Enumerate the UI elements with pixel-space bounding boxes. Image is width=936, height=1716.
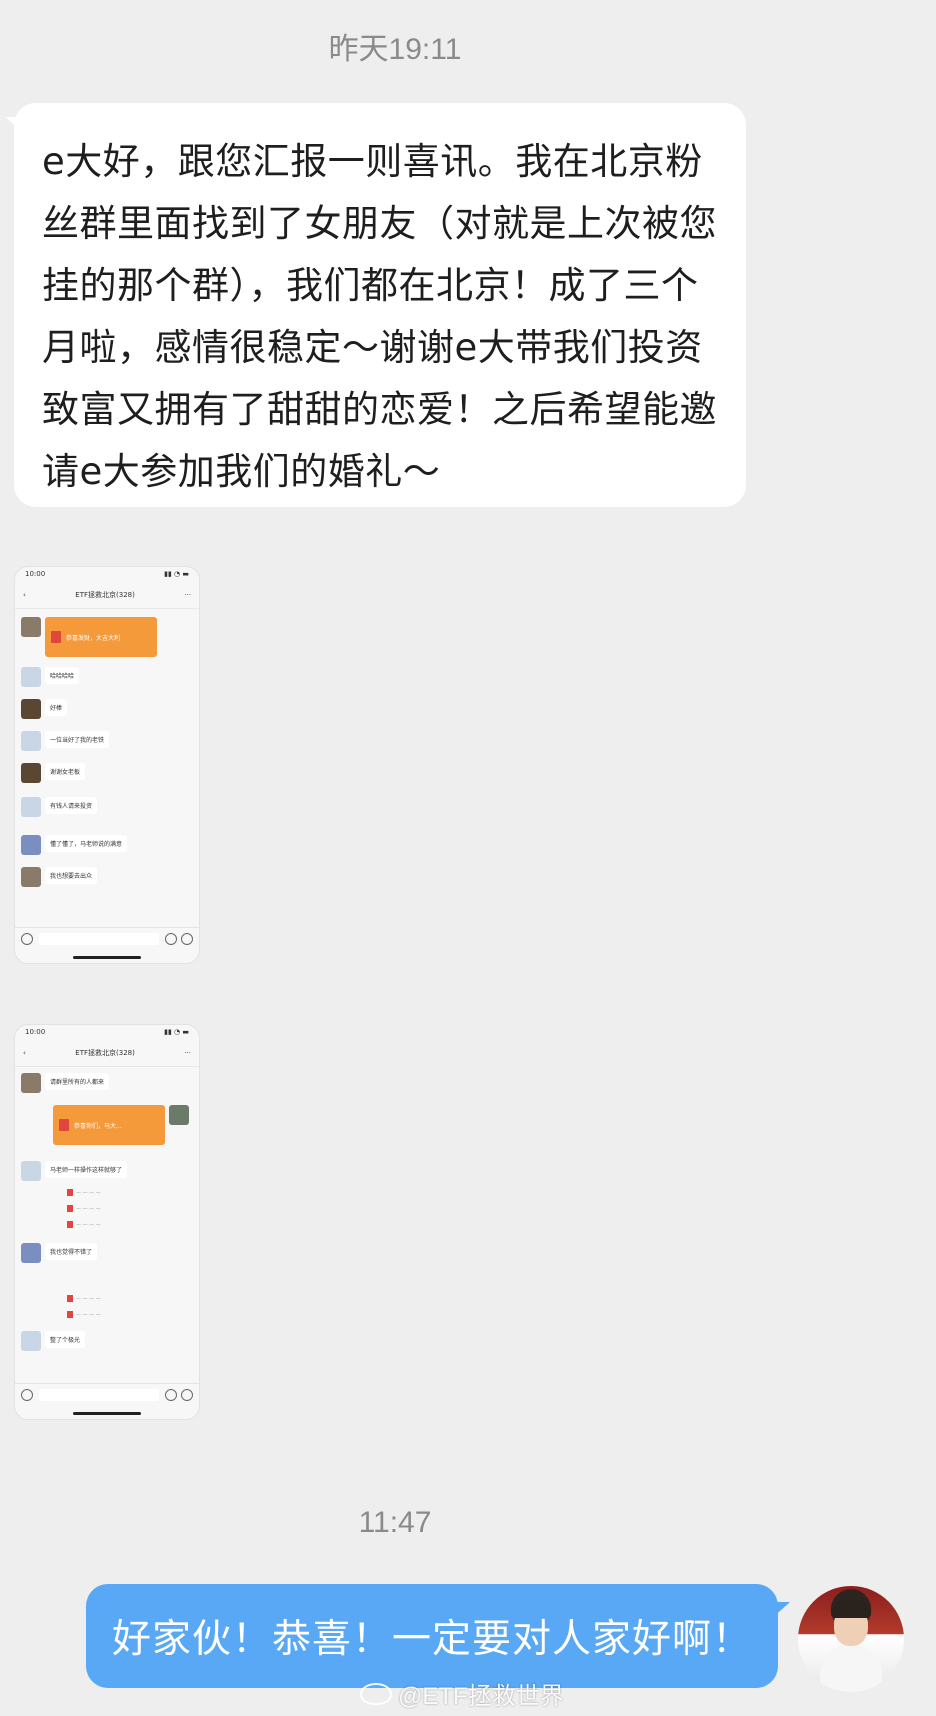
list-item: 请群里所有的人都来	[21, 1073, 110, 1093]
group-title: ETF拯救北京(328)	[75, 590, 135, 599]
timestamp: 昨天19:11	[328, 33, 462, 66]
avatar-hair	[831, 1600, 871, 1618]
list-item: 恭喜发财，大吉大利	[21, 617, 157, 657]
list-item: 哈哈哈哈	[21, 667, 80, 687]
avatar	[21, 617, 41, 637]
red-packet-icon	[67, 1205, 73, 1212]
list-item: 我也觉得不错了	[21, 1243, 98, 1263]
avatar	[21, 867, 41, 887]
chat-input-bar	[15, 1383, 199, 1405]
list-item: 好棒	[21, 699, 68, 719]
red-packet-icon	[67, 1221, 73, 1228]
message-text: 我也觉得不错了	[45, 1243, 98, 1260]
message-text: 好棒	[45, 699, 68, 716]
avatar	[21, 835, 41, 855]
voice-icon	[21, 1388, 33, 1401]
chat-header: ‹ ETF拯救北京(328) ···	[15, 1039, 199, 1067]
avatar	[21, 731, 41, 751]
message-text: 马老师一样操作这样就够了	[45, 1161, 128, 1178]
shared-screenshot-2[interactable]: 10:00 ▮▮ ◔ ▬ ‹ ETF拯救北京(328) ··· 请群里所有的人都…	[14, 1024, 200, 1420]
shared-screenshot-1[interactable]: 10:00 ▮▮ ◔ ▬ ‹ ETF拯救北京(328) ··· 恭喜发财，大吉大…	[14, 566, 200, 964]
avatar	[21, 1243, 41, 1263]
message-text: 一位当好了我的老铁	[45, 731, 110, 748]
avatar	[21, 667, 41, 687]
message-text: 懂了懂了，马老师说的满意	[45, 835, 128, 852]
red-packet-icon	[51, 631, 61, 643]
message-text: 哈哈哈哈	[45, 667, 80, 684]
system-notice: — — — —	[67, 1311, 101, 1318]
watermark: @ETF拯救世界	[360, 1676, 564, 1711]
chat-header: ‹ ETF拯救北京(328) ···	[15, 581, 199, 609]
status-bar: 10:00 ▮▮ ◔ ▬	[15, 567, 199, 581]
voice-icon	[21, 932, 33, 945]
avatar	[21, 1161, 41, 1181]
plus-icon	[181, 932, 193, 945]
signal-icon: ▮▮ ◔ ▬	[164, 1028, 189, 1036]
avatar	[169, 1105, 189, 1125]
message-text: 请群里所有的人都来	[45, 1073, 110, 1090]
chat-body: 请群里所有的人都来 恭喜你们，马大... 马老师一样操作这样就够了 — — — …	[15, 1067, 199, 1393]
status-time: 10:00	[25, 570, 46, 578]
status-time: 10:00	[25, 1028, 46, 1036]
red-packet: 恭喜发财，大吉大利	[45, 617, 157, 657]
plus-icon	[181, 1388, 193, 1401]
avatar[interactable]	[798, 1586, 904, 1692]
more-icon: ···	[184, 1048, 191, 1057]
avatar	[21, 1331, 41, 1351]
red-packet-icon	[67, 1189, 73, 1196]
back-icon: ‹	[23, 590, 26, 599]
system-notice: — — — —	[67, 1205, 101, 1212]
message-text: 整了个极光	[45, 1331, 86, 1348]
chat-body: 恭喜发财，大吉大利 哈哈哈哈 好棒 一位当好了我的老铁 谢谢女老板 有钱人请来投…	[15, 609, 199, 935]
message-text: 有钱人请来投资	[45, 797, 98, 814]
watermark-text: @ETF拯救世界	[398, 1683, 564, 1710]
incoming-message-bubble[interactable]: e大好，跟您汇报一则喜讯。我在北京粉丝群里面找到了女朋友（对就是上次被您挂的那个…	[6, 103, 746, 507]
timestamp: 11:47	[358, 1506, 432, 1539]
outgoing-message-bubble[interactable]: 好家伙！恭喜！一定要对人家好啊！	[86, 1584, 790, 1688]
system-notice: — — — —	[67, 1189, 101, 1196]
emoji-icon	[165, 1388, 177, 1401]
text-field	[39, 1388, 159, 1401]
weibo-logo-icon	[360, 1682, 392, 1705]
red-packet-icon	[67, 1295, 73, 1302]
avatar	[21, 797, 41, 817]
more-icon: ···	[184, 590, 191, 599]
message-text: 我也想要去出众	[45, 867, 98, 884]
red-packet-label: 恭喜发财，大吉大利	[66, 634, 121, 642]
back-icon: ‹	[23, 1048, 26, 1057]
list-item: 恭喜你们，马大...	[53, 1105, 189, 1145]
avatar-body	[820, 1644, 882, 1692]
list-item: 整了个极光	[21, 1331, 86, 1351]
text-field	[39, 932, 159, 945]
signal-icon: ▮▮ ◔ ▬	[164, 570, 189, 578]
red-packet-label: 恭喜你们，马大...	[74, 1122, 122, 1130]
red-packet: 恭喜你们，马大...	[53, 1105, 165, 1145]
avatar	[21, 699, 41, 719]
chat-input-bar	[15, 927, 199, 949]
system-notice: — — — —	[67, 1295, 101, 1302]
list-item: 有钱人请来投资	[21, 797, 98, 817]
red-packet-icon	[59, 1119, 69, 1131]
list-item: 懂了懂了，马老师说的满意	[21, 835, 128, 855]
list-item: 马老师一样操作这样就够了	[21, 1161, 128, 1181]
avatar	[21, 763, 41, 783]
avatar	[21, 1073, 41, 1093]
list-item: 谢谢女老板	[21, 763, 86, 783]
home-indicator	[73, 956, 141, 959]
message-text: 谢谢女老板	[45, 763, 86, 780]
home-indicator	[73, 1412, 141, 1415]
red-packet-icon	[67, 1311, 73, 1318]
list-item: 一位当好了我的老铁	[21, 731, 110, 751]
system-notice: — — — —	[67, 1221, 101, 1228]
status-bar: 10:00 ▮▮ ◔ ▬	[15, 1025, 199, 1039]
list-item: 我也想要去出众	[21, 867, 98, 887]
group-title: ETF拯救北京(328)	[75, 1048, 135, 1057]
emoji-icon	[165, 932, 177, 945]
